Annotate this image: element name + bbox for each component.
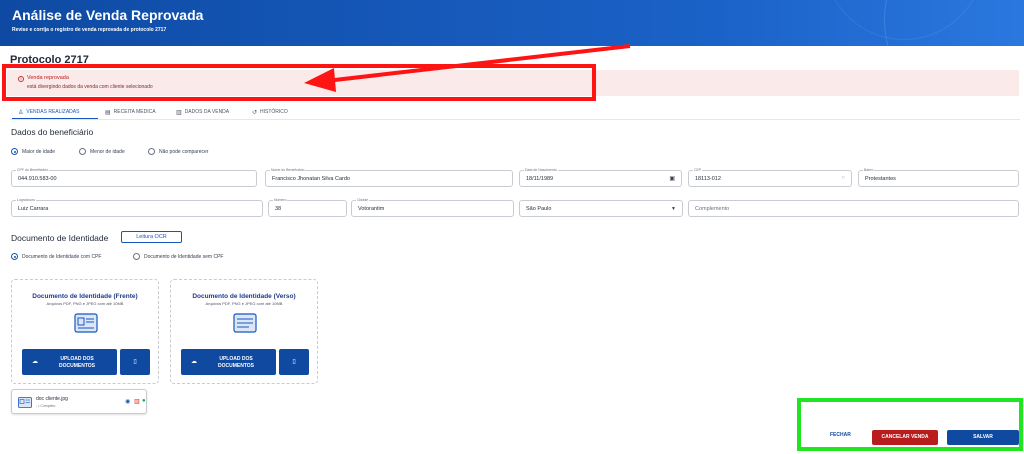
radio-label: Documento de Identidade com CPF [22,253,102,260]
state-select[interactable]: São Paulo ▼ [519,200,683,217]
beneficiary-name-field[interactable]: Nome do Beneficiário Francisco Jhonatan … [265,168,513,187]
tab-label: RECEITA MEDICA [113,109,156,115]
page-title: Análise de Venda Reprovada [12,7,204,23]
section-title-document: Documento de Identidade [11,233,109,243]
tabs-divider [10,119,1020,120]
field-label: Data de Nascimento [524,168,558,172]
number-field[interactable]: Número 38 [268,198,347,217]
field-label: Nome do Beneficiário [270,168,306,172]
file-picker-button-back[interactable]: ▯ [279,349,309,375]
upload-documents-button-back[interactable]: ☁ UPLOAD DOS DOCUMENTOS [181,349,276,375]
cpf-field[interactable]: CPF do Beneficiário 044.910.583-00 [11,168,257,187]
upload-card-back: Documento de Identidade (Verso) Arquivos… [170,279,318,384]
field-value: 38 [275,206,282,212]
file-icon: ▯ [292,359,296,365]
field-value: 044.910.583-00 [18,176,57,182]
radio-dot [11,148,18,155]
history-icon: ↺ [252,109,258,116]
save-button[interactable]: SALVAR [947,430,1019,445]
section-title-beneficiary: Dados do beneficiário [11,127,94,137]
file-name: doc cliente.jpg [36,396,68,402]
field-value: São Paulo [526,206,552,212]
list-icon: ▥ [176,109,182,116]
page: Análise de Venda Reprovada Revise e corr… [0,0,1024,454]
radio-nao-pode-comparecer[interactable]: Não pode comparecer [148,148,208,155]
uploaded-file-item: doc cliente.jpg - • Completo ◉ ▥ ● [11,389,147,414]
id-card-icon [18,397,32,408]
field-label: Logradouro [16,198,36,202]
field-label: Bairro [863,168,875,172]
neighborhood-field[interactable]: Bairro Protestantes [858,168,1019,187]
card-title: Documento de Identidade (Verso) [192,293,296,300]
radio-label: Não pode comparecer [159,148,209,155]
eye-icon[interactable]: ◉ [125,398,130,405]
file-picker-button-front[interactable]: ▯ [120,349,150,375]
tab-vendas-realizadas[interactable]: ♙ VENDAS REALIZADAS [18,107,79,117]
field-value: 18113-012 [695,176,721,182]
field-value: Francisco Jhonatan Silva Cardo [272,176,350,182]
field-label: CEP [693,168,703,172]
cep-field[interactable]: CEP 18113-012 ○ [688,168,852,187]
ocr-button[interactable]: Leitura OCR [121,231,182,243]
card-title: Documento de Identidade (Frente) [32,293,138,300]
field-placeholder: Complemento [695,206,730,212]
tab-dados-da-venda[interactable]: ▥ DADOS DA VENDA [176,107,229,117]
protocol-title: Protocolo 2717 [10,54,89,63]
chevron-down-icon: ▼ [671,206,676,212]
birth-date-field[interactable]: Data de Nascimento 18/11/1989 ▣ [519,168,682,187]
tab-historico[interactable]: ↺ HISTÓRICO [252,107,288,117]
field-value: Luiz Carrara [18,206,49,212]
tab-label: DADOS DA VENDA [184,109,230,115]
radio-dot [133,253,140,260]
upload-documents-button-front[interactable]: ☁ UPLOAD DOS DOCUMENTOS [22,349,117,375]
radio-label: Maior de idade [22,148,56,155]
cancel-sale-button[interactable]: CANCELAR VENDA [872,430,938,445]
radio-label: Documento de Identidade sem CPF [144,253,224,260]
file-icon: ▯ [133,359,137,365]
field-value: Protestantes [865,176,896,182]
complement-field[interactable]: Complemento [688,200,1019,217]
field-label: Cidade [356,198,370,202]
tab-label: VENDAS REALIZADAS [26,109,80,115]
city-field[interactable]: Cidade Votorantim [351,198,514,217]
person-icon: ♙ [18,109,24,116]
card-subtitle: Arquivos PDF, PNG e JPEG com até 10MB [205,301,283,306]
document-icon: ▤ [105,109,111,116]
page-subtitle: Revise e corrija o registro de venda rep… [12,27,167,33]
radio-dot [79,148,86,155]
check-circle-icon: ● [142,398,146,404]
radio-maior-de-idade[interactable]: Maior de idade [11,148,55,155]
id-card-icon [74,313,98,333]
radio-doc-sem-cpf[interactable]: Documento de Identidade sem CPF [133,253,224,260]
street-field[interactable]: Logradouro Luiz Carrara [11,198,263,217]
page-header: Análise de Venda Reprovada Revise e corr… [0,0,1024,46]
radio-menor-de-idade[interactable]: Menor de idade [79,148,125,155]
id-card-icon [233,313,257,333]
file-status: - • Completo [36,404,56,408]
radio-label: Menor de idade [90,148,125,155]
calendar-icon[interactable]: ▣ [669,175,675,182]
upload-label: UPLOAD DOS DOCUMENTOS [217,356,255,369]
field-value: Votorantim [358,206,385,212]
field-label: Número [273,198,288,202]
tab-label: HISTÓRICO [260,109,288,115]
tab-receita-medica[interactable]: ▤ RECEITA MEDICA [105,107,156,117]
field-label: CPF do Beneficiário [16,168,50,172]
upload-label: UPLOAD DOS DOCUMENTOS [58,356,96,369]
radio-doc-com-cpf[interactable]: Documento de Identidade com CPF [11,253,102,260]
upload-card-front: Documento de Identidade (Frente) Arquivo… [11,279,159,384]
field-value: 18/11/1989 [526,176,554,182]
highlight-box-red [2,64,596,101]
radio-dot [148,148,155,155]
cloud-upload-icon: ☁ [32,359,38,365]
search-icon[interactable]: ○ [841,175,845,181]
card-subtitle: Arquivos PDF, PNG e JPEG com até 10MB [46,301,124,306]
trash-icon[interactable]: ▥ [134,398,140,405]
close-button[interactable]: FECHAR [830,432,851,438]
radio-dot [11,253,18,260]
cloud-upload-icon: ☁ [191,359,197,365]
